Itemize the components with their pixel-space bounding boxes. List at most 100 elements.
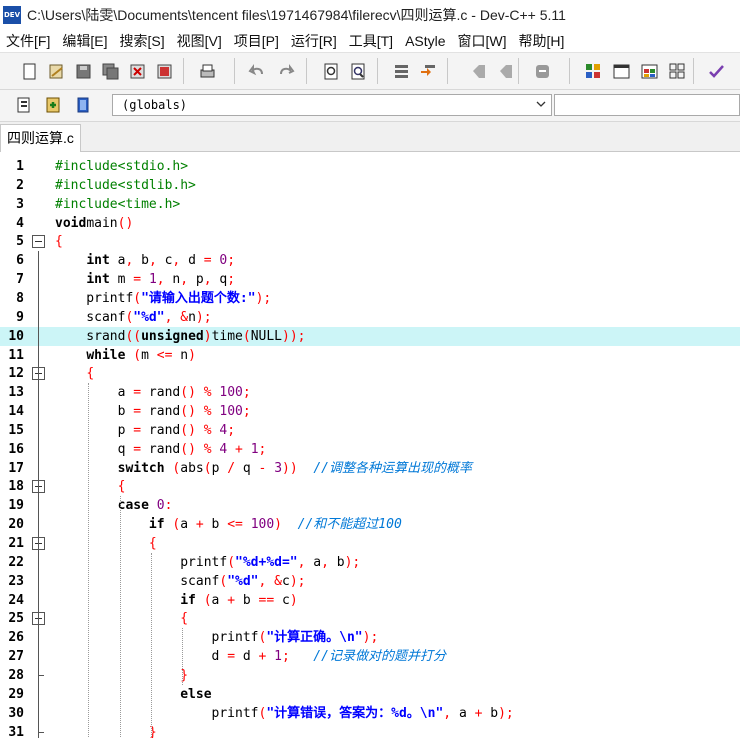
rebuild-icon[interactable] xyxy=(666,60,688,82)
menu-item-7[interactable]: AStyle xyxy=(399,33,451,49)
unindent-icon[interactable] xyxy=(417,60,439,82)
code-token: ; xyxy=(242,385,251,401)
code-line[interactable]: 4 voidmain() xyxy=(0,214,740,233)
toolbar-separator xyxy=(183,58,184,84)
code-line[interactable]: 18 { xyxy=(0,477,740,496)
code-line[interactable]: 14 b = rand() % 100; xyxy=(0,402,740,421)
code-line[interactable]: 15 p = rand() % 4; xyxy=(0,421,740,440)
code-token: 100 xyxy=(219,385,243,401)
print-icon[interactable] xyxy=(196,60,218,82)
menu-item-1[interactable]: 编辑[E] xyxy=(56,31,113,51)
menu-item-4[interactable]: 项目[P] xyxy=(228,31,285,51)
save-all-icon[interactable] xyxy=(99,60,121,82)
code-line[interactable]: 23 scanf("%d", &c); xyxy=(0,572,740,591)
code-line[interactable]: 8 printf("请输入出题个数:"); xyxy=(0,289,740,308)
code-token: p xyxy=(211,460,228,476)
code-token: m xyxy=(109,272,134,288)
code-line[interactable]: 29 else xyxy=(0,685,740,704)
code-token: //和不能超过100 xyxy=(297,517,402,533)
line-number: 21 xyxy=(8,536,24,551)
code-token: , xyxy=(321,554,329,570)
undo-icon[interactable] xyxy=(246,60,268,82)
code-line[interactable]: 27 d = d + 1; //记录做对的题并打分 xyxy=(0,647,740,666)
code-line[interactable]: 25 { xyxy=(0,609,740,628)
menu-item-2[interactable]: 搜索[S] xyxy=(113,31,170,51)
code-text: printf("计算正确。\n"); xyxy=(55,628,379,647)
chevron-down-icon xyxy=(536,101,546,107)
code-line[interactable]: 13 a = rand() % 100; xyxy=(0,383,740,402)
code-line[interactable]: 17 switch (abs(p / q - 3)) //调整各种运算出现的概率 xyxy=(0,459,740,478)
goto-bookmark-icon[interactable] xyxy=(494,60,516,82)
code-text: #include<time.h> xyxy=(55,195,180,214)
fold-toggle-icon[interactable] xyxy=(32,235,45,249)
code-line[interactable]: 11 while (m <= n) xyxy=(0,346,740,365)
code-token: main xyxy=(86,215,118,231)
code-editor[interactable]: 1 #include<stdio.h> 2 #include<stdlib.h> 3 #i… xyxy=(0,152,740,738)
code-line[interactable]: 7 int m = 1, n, p, q; xyxy=(0,270,740,289)
menu-item-3[interactable]: 视图[V] xyxy=(171,31,228,51)
syntax-check-icon[interactable] xyxy=(705,60,727,82)
code-line[interactable]: 1 #include<stdio.h> xyxy=(0,157,740,176)
menu-item-9[interactable]: 帮助[H] xyxy=(513,31,571,51)
code-token: a xyxy=(55,385,134,401)
replace-icon[interactable] xyxy=(347,60,369,82)
tab-file[interactable]: 四则运算.c xyxy=(0,124,81,152)
code-text: b = rand() % 100; xyxy=(55,402,251,421)
code-token: ; xyxy=(242,404,251,420)
menu-item-0[interactable]: 文件[F] xyxy=(0,31,56,51)
menu-item-8[interactable]: 窗口[W] xyxy=(452,31,513,51)
scope-select[interactable]: (globals) xyxy=(112,94,552,116)
new-class-icon[interactable] xyxy=(13,94,35,116)
comment-icon[interactable] xyxy=(531,60,553,82)
code-line[interactable]: 3 #include<time.h> xyxy=(0,195,740,214)
code-line[interactable]: 28 } xyxy=(0,666,740,685)
compile-icon[interactable] xyxy=(582,60,604,82)
code-line[interactable]: 20 if (a + b <= 100) //和不能超过100 xyxy=(0,515,740,534)
title-bar: DEV C:\Users\陆雯\Documents\tencent files\… xyxy=(0,0,740,30)
close-all-icon[interactable] xyxy=(153,60,175,82)
line-number: 25 xyxy=(8,611,24,627)
compile-run-icon[interactable] xyxy=(638,60,660,82)
toggle-icon[interactable] xyxy=(72,94,94,116)
menu-item-6[interactable]: 工具[T] xyxy=(343,31,399,51)
toggle-bookmark-icon[interactable] xyxy=(467,60,489,82)
code-token: ( xyxy=(242,328,251,344)
code-text: { xyxy=(55,534,157,553)
code-line[interactable]: 16 q = rand() % 4 + 1; xyxy=(0,440,740,459)
code-line[interactable]: 19 case 0: xyxy=(0,496,740,515)
code-line[interactable]: 21 { xyxy=(0,534,740,553)
new-file-icon[interactable] xyxy=(18,60,40,82)
code-line[interactable]: 30 printf("计算错误，答案为：%d。\n", a + b); xyxy=(0,704,740,723)
line-number: 22 xyxy=(8,554,24,570)
save-icon[interactable] xyxy=(72,60,94,82)
redo-icon[interactable] xyxy=(275,60,297,82)
code-line[interactable]: 12 { xyxy=(0,364,740,383)
code-token: if xyxy=(180,592,196,608)
run-icon[interactable] xyxy=(610,60,632,82)
code-line[interactable]: 26 printf("计算正确。\n"); xyxy=(0,628,740,647)
line-number: 28 xyxy=(8,667,24,683)
code-line[interactable]: 31 } xyxy=(0,723,740,738)
code-line[interactable]: 2 #include<stdlib.h> xyxy=(0,176,740,195)
code-token: rand xyxy=(141,422,181,438)
code-token: ; xyxy=(227,272,236,288)
code-token: = xyxy=(203,253,212,269)
insert-icon[interactable] xyxy=(42,94,64,116)
code-line[interactable]: 22 printf("%d+%d=", a, b); xyxy=(0,553,740,572)
code-line[interactable]: 5{ xyxy=(0,232,740,251)
indent-icon[interactable] xyxy=(390,60,412,82)
code-line[interactable]: 10 srand((unsigned)time(NULL)); xyxy=(0,326,740,346)
close-icon[interactable] xyxy=(126,60,148,82)
member-select[interactable] xyxy=(554,94,740,116)
code-line[interactable]: 24 if (a + b == c) xyxy=(0,591,740,610)
open-file-icon[interactable] xyxy=(45,60,67,82)
menu-item-5[interactable]: 运行[R] xyxy=(285,31,343,51)
code-line[interactable]: 9 scanf("%d", &n); xyxy=(0,308,740,327)
menu-bar: 文件[F] 编辑[E] 搜索[S] 视图[V] 项目[P] 运行[R] 工具[T] AStyl… xyxy=(0,30,740,52)
code-token: { xyxy=(55,234,63,250)
code-line[interactable]: 6 int a, b, c, d = 0; xyxy=(0,251,740,270)
find-icon[interactable] xyxy=(320,60,342,82)
code-token: int xyxy=(86,253,110,269)
code-token: a xyxy=(180,517,196,533)
